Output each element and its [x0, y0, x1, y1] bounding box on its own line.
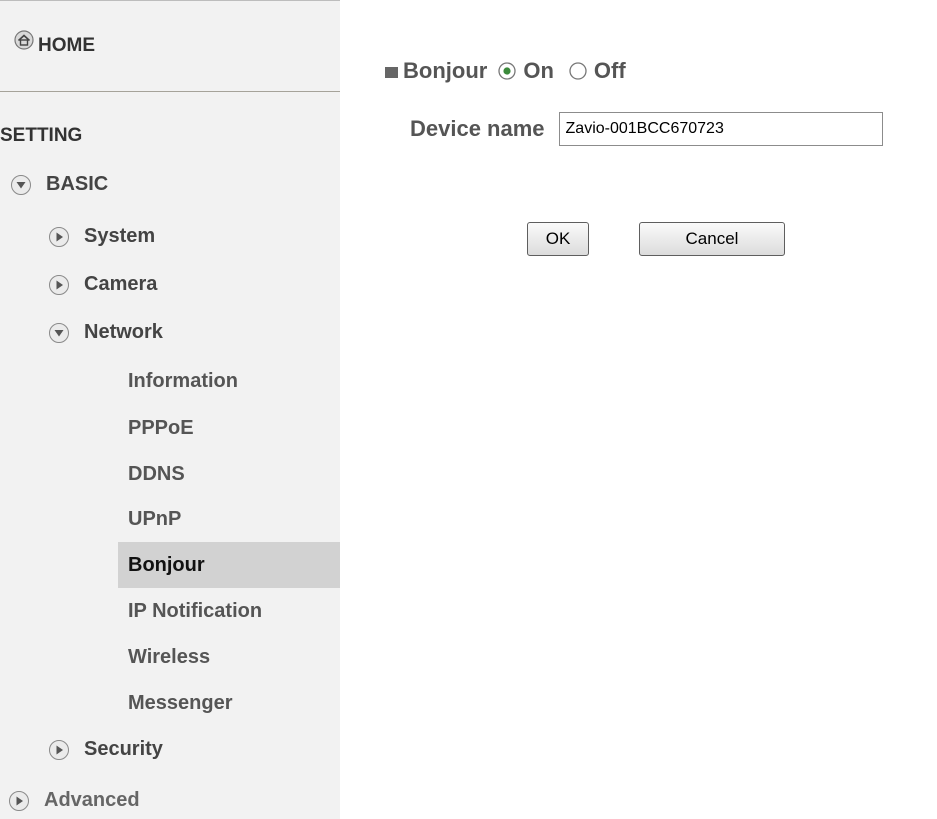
cancel-button[interactable]: Cancel	[639, 222, 785, 256]
home-label: HOME	[38, 35, 95, 56]
chevron-down-icon	[11, 174, 31, 195]
sidebar: HOME SETTING BASIC System Camera Network…	[0, 0, 340, 819]
nav-item-basic[interactable]: BASIC	[10, 173, 108, 196]
radio-on[interactable]	[497, 61, 517, 81]
sidebar-item-wireless[interactable]: Wireless	[118, 634, 340, 680]
nav-item-network-label: Network	[84, 321, 163, 343]
device-name-input[interactable]	[558, 112, 883, 146]
device-name-label: Device name	[410, 116, 545, 141]
nav-item-system[interactable]: System	[48, 225, 155, 248]
chevron-right-icon	[49, 739, 69, 760]
home-icon	[14, 30, 34, 50]
device-name-row: Device name	[410, 112, 883, 146]
radio-on-label[interactable]: On	[523, 58, 554, 84]
sidebar-item-bonjour[interactable]: Bonjour	[118, 542, 340, 588]
nav-item-basic-label: BASIC	[46, 173, 109, 195]
nav-item-system-label: System	[84, 225, 156, 247]
sidebar-item-pppoe[interactable]: PPPoE	[118, 405, 340, 451]
sidebar-item-ddns[interactable]: DDNS	[118, 451, 340, 497]
chevron-right-icon	[49, 226, 69, 247]
sidebar-item-ip-notification[interactable]: IP Notification	[118, 588, 340, 634]
chevron-right-icon	[49, 274, 69, 295]
chevron-right-icon	[9, 790, 29, 811]
nav-item-advanced[interactable]: Advanced	[8, 789, 140, 812]
ok-button[interactable]: OK	[527, 222, 589, 256]
radio-off[interactable]	[568, 61, 588, 81]
main-content: Bonjour On Off Device name OK Cancel	[340, 0, 937, 818]
nav-item-network[interactable]: Network	[48, 321, 163, 344]
nav-item-advanced-label: Advanced	[44, 789, 140, 811]
sidebar-item-upnp[interactable]: UPnP	[118, 496, 340, 542]
nav-item-security-label: Security	[84, 738, 163, 760]
radio-off-label[interactable]: Off	[594, 58, 626, 84]
chevron-down-icon	[49, 322, 69, 343]
nav-item-security[interactable]: Security	[48, 738, 163, 761]
sidebar-item-messenger[interactable]: Messenger	[118, 680, 340, 726]
section-title-setting: SETTING	[0, 125, 83, 146]
bullet-square-icon	[385, 66, 398, 78]
home-link[interactable]: HOME	[14, 30, 95, 57]
bonjour-setting-row: Bonjour On Off	[385, 58, 626, 84]
nav-item-camera[interactable]: Camera	[48, 273, 157, 296]
divider	[0, 91, 340, 92]
nav-item-camera-label: Camera	[84, 273, 158, 295]
bonjour-title: Bonjour	[403, 58, 488, 83]
sidebar-item-information[interactable]: Information	[118, 358, 340, 404]
